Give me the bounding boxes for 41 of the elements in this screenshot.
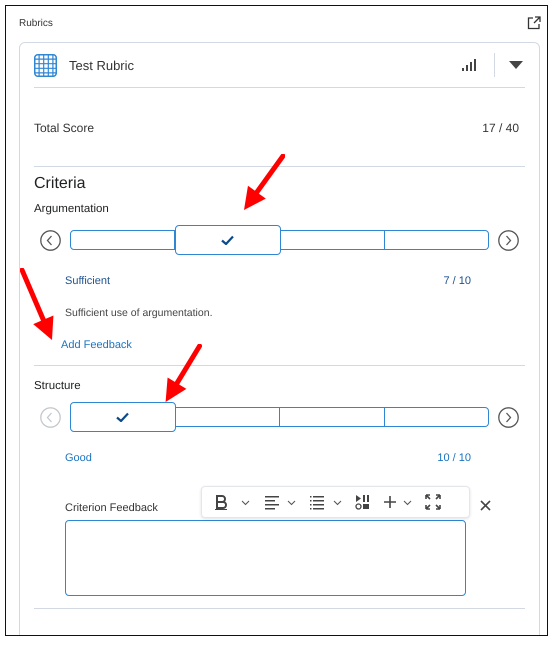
feedback-label: Criterion Feedback bbox=[65, 502, 159, 516]
level-segment[interactable] bbox=[175, 225, 280, 255]
criterion-score: 10 / 10 bbox=[437, 452, 471, 466]
criterion-name: Structure bbox=[34, 379, 81, 394]
insert-plus-icon[interactable] bbox=[384, 494, 412, 510]
criterion-score: 7 / 10 bbox=[443, 275, 471, 289]
level-segment[interactable] bbox=[280, 230, 385, 250]
list-icon[interactable] bbox=[310, 494, 342, 510]
next-level-button[interactable] bbox=[498, 230, 519, 250]
previous-level-button[interactable] bbox=[40, 230, 61, 250]
criteria-heading: Criteria bbox=[34, 174, 86, 194]
bold-icon[interactable] bbox=[214, 494, 252, 510]
add-feedback-link[interactable]: Add Feedback bbox=[61, 339, 132, 351]
level-segment[interactable] bbox=[70, 230, 176, 250]
total-score-value: 17 / 40 bbox=[482, 120, 519, 134]
level-segment[interactable] bbox=[384, 407, 489, 427]
signal-bars-icon[interactable] bbox=[462, 59, 476, 71]
criterion-name: Argumentation bbox=[34, 202, 109, 217]
fullscreen-icon[interactable] bbox=[425, 494, 441, 510]
total-score-label: Total Score bbox=[34, 120, 94, 134]
next-level-button[interactable] bbox=[498, 406, 519, 428]
close-icon[interactable] bbox=[480, 500, 491, 511]
level-segment[interactable] bbox=[176, 407, 280, 427]
rubric-name: Test Rubric bbox=[69, 58, 134, 72]
level-segment[interactable] bbox=[384, 230, 489, 250]
annotation-arrow bbox=[163, 344, 202, 404]
level-name: Good bbox=[65, 452, 92, 466]
checkmark-icon bbox=[221, 235, 234, 245]
feedback-input[interactable] bbox=[65, 520, 466, 596]
level-segment[interactable] bbox=[280, 407, 384, 427]
media-icon[interactable] bbox=[355, 494, 371, 510]
annotation-arrow bbox=[242, 154, 285, 212]
checkmark-icon bbox=[116, 412, 130, 422]
level-segment[interactable] bbox=[70, 402, 176, 432]
level-name: Sufficient bbox=[65, 275, 110, 289]
grid-icon bbox=[34, 54, 57, 76]
level-description: Sufficient use of argumentation. bbox=[64, 306, 214, 321]
dropdown-caret-icon[interactable] bbox=[509, 61, 523, 69]
popout-icon[interactable] bbox=[527, 16, 541, 30]
align-left-icon[interactable] bbox=[265, 494, 297, 510]
panel-title: Rubrics bbox=[19, 18, 53, 28]
